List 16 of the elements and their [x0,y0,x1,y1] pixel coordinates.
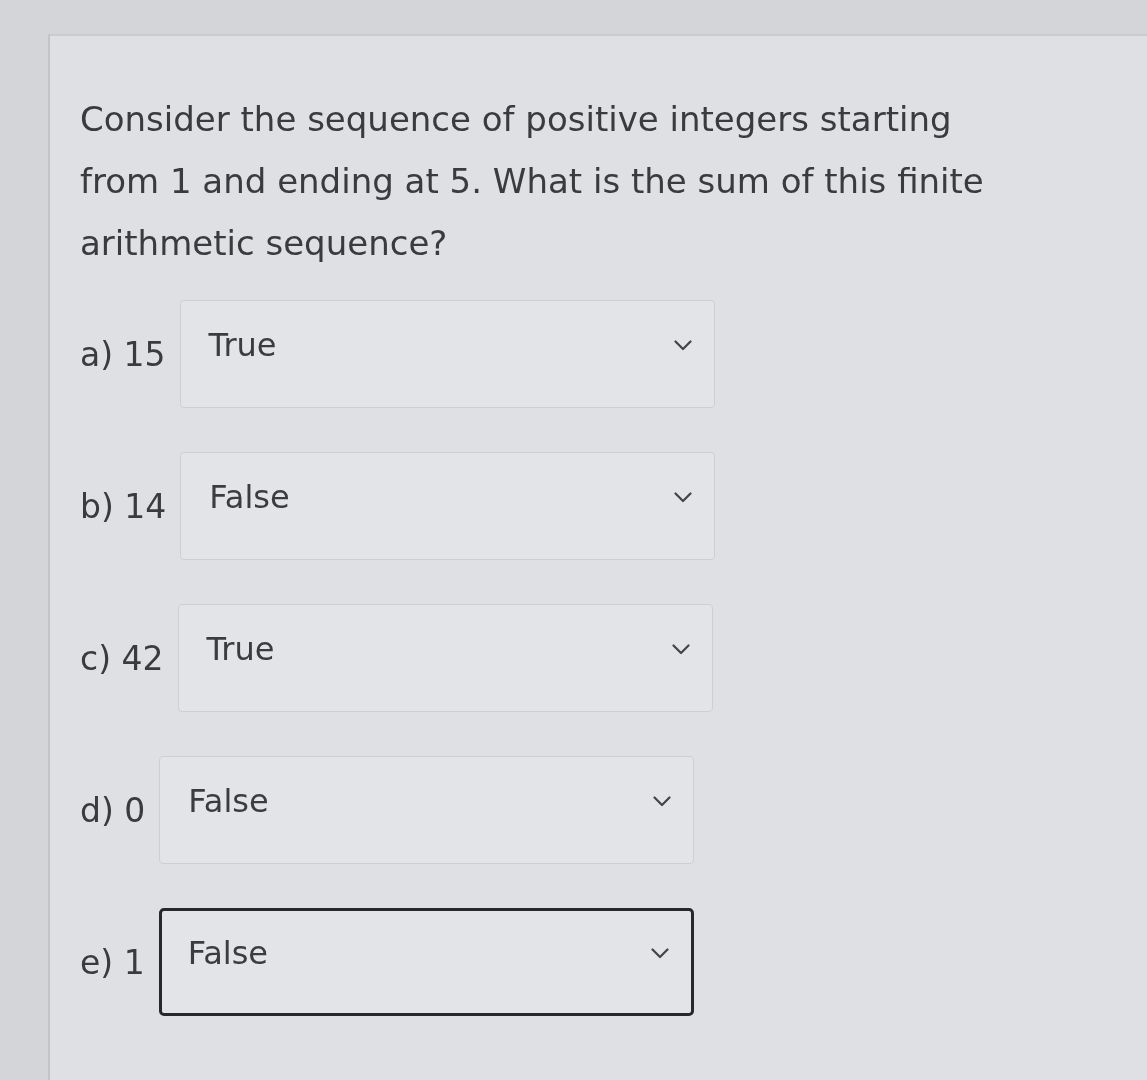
chevron-down-icon [674,491,693,503]
option-label: b) 14 [80,486,167,526]
dropdown[interactable]: True [177,604,713,712]
option-label: a) 15 [80,334,166,374]
dropdown[interactable]: False [158,908,694,1016]
dropdown[interactable]: True [179,300,715,408]
question-text: Consider the sequence of positive integers starting from 1 and ending at 5. What is the sum of this finite arithmetic sequence? [80,98,985,265]
chevron-down-icon [653,795,672,807]
chevron-down-icon [650,947,669,959]
option-label: e) 1 [80,942,145,982]
dropdown[interactable]: False [159,756,695,864]
chevron-down-icon [673,339,692,351]
chevron-down-icon [671,643,690,655]
option-label: d) 0 [80,790,146,830]
option-label: c) 42 [80,638,164,678]
dropdown[interactable]: False [180,452,716,560]
